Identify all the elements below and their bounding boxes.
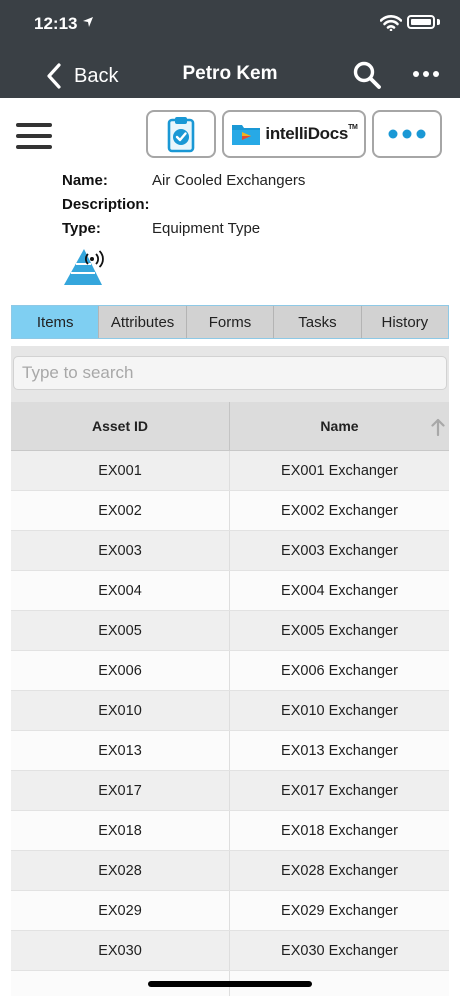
table-row[interactable]: EX029 EX029 Exchanger	[11, 891, 449, 931]
clipboard-check-icon	[167, 117, 195, 153]
type-value: Equipment Type	[152, 220, 261, 237]
table-row[interactable]: EX006 EX006 Exchanger	[11, 651, 449, 691]
cell-name: EX005 Exchanger	[281, 622, 398, 639]
table-body: EX001 EX001 Exchanger EX002 EX002 Exchanger…	[11, 451, 449, 996]
cell-name: EX004 Exchanger	[281, 582, 398, 599]
tab-attributes[interactable]: Attributes	[99, 306, 187, 338]
description-label: Description:	[62, 196, 150, 213]
cell-asset-id: EX003	[11, 531, 230, 570]
cell-name: EX002 Exchanger	[281, 502, 398, 519]
options-button[interactable]	[372, 110, 442, 158]
table-row[interactable]: EX028 EX028 Exchanger	[11, 851, 449, 891]
cell-name: EX018 Exchanger	[281, 822, 398, 839]
table-row[interactable]: EX003 EX003 Exchanger	[11, 531, 449, 571]
table-header: Asset ID Name	[11, 402, 449, 451]
cell-asset-id: EX028	[11, 851, 230, 890]
task-button[interactable]	[146, 110, 216, 158]
table-row[interactable]: EX017 EX017 Exchanger	[11, 771, 449, 811]
cell-asset-id: EX017	[11, 771, 230, 810]
location-arrow-icon	[83, 17, 93, 27]
items-table: Asset ID Name EX001 EX001 Exchanger EX002 E…	[11, 402, 449, 996]
table-row[interactable]: EX002 EX002 Exchanger	[11, 491, 449, 531]
ellipsis-icon	[388, 129, 426, 139]
tab-forms[interactable]: Forms	[187, 306, 275, 338]
table-row[interactable]: EX001 EX001 Exchanger	[11, 451, 449, 491]
trademark-mark: TM	[348, 124, 358, 131]
cell-name: EX030 Exchanger	[281, 942, 398, 959]
top-bar: 12:13 Back Petro Kem	[0, 0, 460, 98]
name-value: Air Cooled Exchangers	[152, 172, 306, 189]
pyramid-signal-icon	[64, 249, 104, 285]
cell-asset-id: EX018	[11, 811, 230, 850]
tab-tasks[interactable]: Tasks	[274, 306, 362, 338]
table-row[interactable]: EX004 EX004 Exchanger	[11, 571, 449, 611]
cell-asset-id: EX029	[11, 891, 230, 930]
cell-name: EX006 Exchanger	[281, 662, 398, 679]
cell-name: EX017 Exchanger	[281, 782, 398, 799]
cell-name: EX028 Exchanger	[281, 862, 398, 879]
info-type-row: Type: Equipment Type	[62, 220, 260, 240]
battery-tip	[437, 19, 440, 25]
cell-name: EX001 Exchanger	[281, 462, 398, 479]
intellidocs-logo-icon	[232, 125, 261, 145]
home-indicator	[148, 981, 312, 987]
table-row[interactable]: EX030 EX030 Exchanger	[11, 931, 449, 971]
cell-asset-id: EX002	[11, 491, 230, 530]
search-icon[interactable]	[352, 60, 382, 90]
info-description-row: Description:	[62, 196, 152, 216]
battery-icon	[407, 15, 435, 29]
cell-name: EX010 Exchanger	[281, 702, 398, 719]
cell-asset-id: EX006	[11, 651, 230, 690]
cell-asset-id: EX010	[11, 691, 230, 730]
intellidocs-button[interactable]: intelliDocsTM	[222, 110, 366, 158]
info-name-row: Name: Air Cooled Exchangers	[62, 172, 305, 192]
cell-name: EX013 Exchanger	[281, 742, 398, 759]
table-row[interactable]: EX013 EX013 Exchanger	[11, 731, 449, 771]
tab-bar: Items Attributes Forms Tasks History	[11, 305, 449, 339]
type-label: Type:	[62, 220, 101, 237]
tab-history[interactable]: History	[362, 306, 448, 338]
intellidocs-text: intelliDocs	[265, 124, 349, 143]
back-label: Back	[74, 64, 119, 87]
name-label: Name:	[62, 172, 108, 189]
cell-asset-id: EX030	[11, 931, 230, 970]
cell-asset-id: EX001	[11, 451, 230, 490]
table-row[interactable]: EX005 EX005 Exchanger	[11, 611, 449, 651]
tab-items[interactable]: Items	[12, 306, 100, 338]
search-bar	[11, 346, 449, 402]
sort-arrow-up-icon	[431, 418, 445, 436]
column-header-name[interactable]: Name	[230, 402, 449, 450]
more-options-icon[interactable]	[412, 70, 440, 78]
back-button[interactable]: Back	[44, 60, 118, 92]
hamburger-menu-icon[interactable]	[16, 123, 52, 149]
cell-asset-id: EX013	[11, 731, 230, 770]
column-header-asset-id[interactable]: Asset ID	[11, 402, 230, 450]
cell-asset-id: EX005	[11, 611, 230, 650]
cell-name: EX029 Exchanger	[281, 902, 398, 919]
intellidocs-label: intelliDocsTM	[265, 124, 357, 144]
status-bar: 12:13	[0, 0, 460, 50]
status-time: 12:13	[34, 14, 78, 33]
table-row[interactable]: EX010 EX010 Exchanger	[11, 691, 449, 731]
cell-asset-id: EX004	[11, 571, 230, 610]
cell-name: EX003 Exchanger	[281, 542, 398, 559]
column-header-name-label: Name	[320, 418, 359, 434]
table-row[interactable]: EX018 EX018 Exchanger	[11, 811, 449, 851]
chevron-left-icon	[47, 63, 61, 89]
search-input[interactable]	[13, 356, 447, 390]
wifi-icon	[380, 15, 402, 31]
